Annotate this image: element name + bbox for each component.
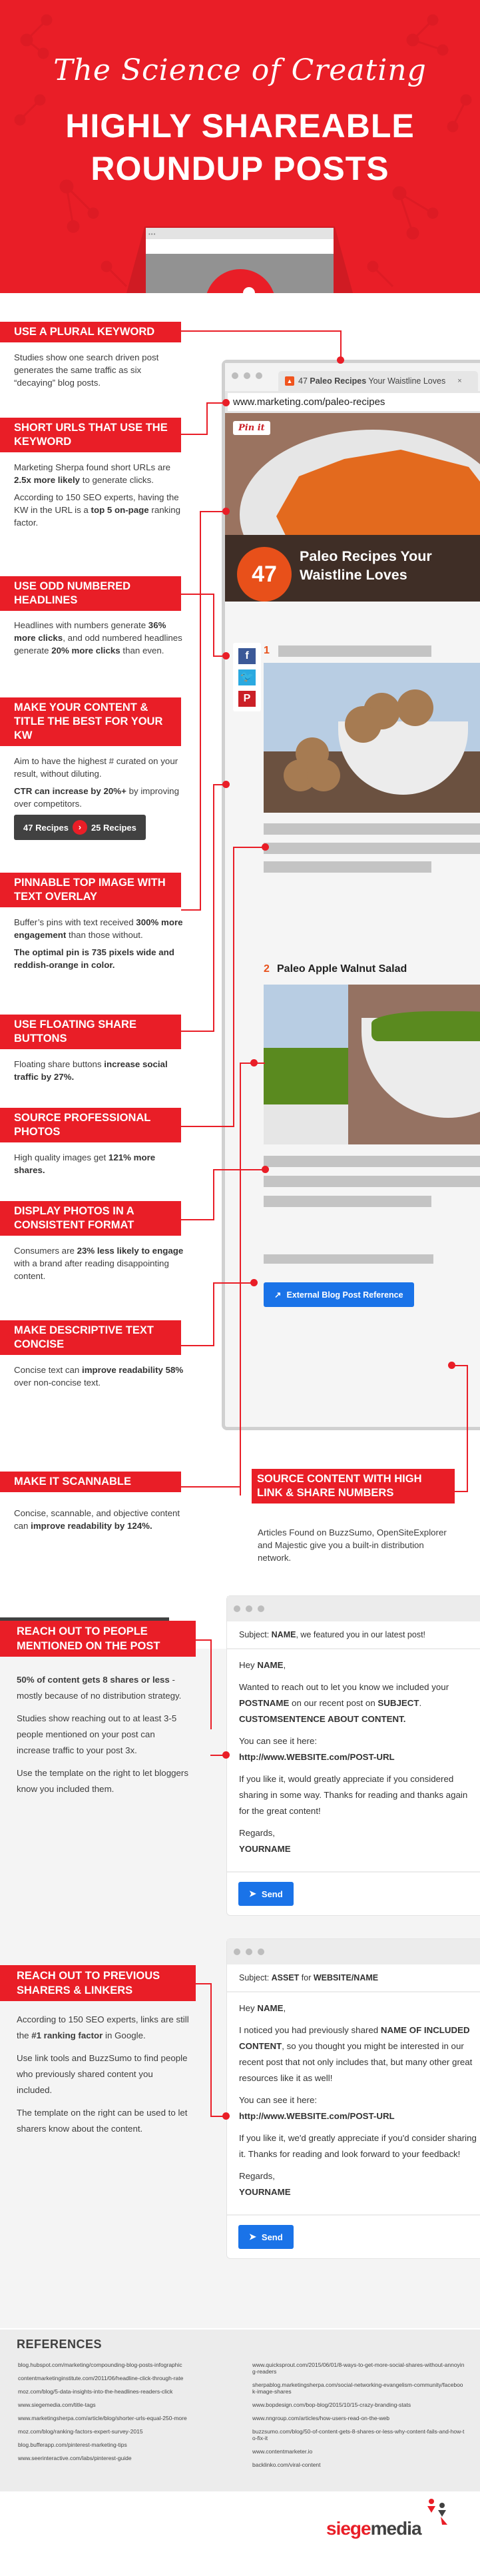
tip-text-floating-share: Floating share buttons increase social t… — [14, 1059, 168, 1082]
window-controls — [232, 372, 262, 379]
tip-text-professional-photos: High quality images get 121% more shares… — [14, 1152, 156, 1175]
reference-link[interactable]: www.bopdesign.com/bop-blog/2015/10/15-cr… — [252, 2401, 465, 2408]
email-body[interactable]: Hey NAME, Wanted to reach out to let you… — [227, 1649, 480, 1871]
tip-text-short-urls: Marketing Sherpa found short URLs are 2.… — [14, 462, 181, 528]
reach-out-mentioned-text: 50% of content gets 8 shares or less - m… — [17, 1675, 188, 1794]
address-bar: www.marketing.com/paleo-recipes — [225, 391, 480, 413]
pinterest-share-icon[interactable]: P — [238, 691, 256, 707]
reference-link[interactable]: www.quicksprout.com/2015/06/01/8-ways-to… — [252, 2361, 465, 2375]
email-template-mentioned: Subject: NAME, we featured you in our la… — [226, 1595, 480, 1916]
reach-out-sharers-text: According to 150 SEO experts, links are … — [17, 2014, 189, 2134]
number-badge: 47 — [237, 547, 292, 602]
floating-share-bar: f 🐦 P — [233, 643, 261, 711]
tip-heading-concise-text: MAKE DESCRIPTIVE TEXT CONCISE — [0, 1320, 181, 1355]
references-left-column: blog.hubspot.com/marketing/compounding-b… — [18, 2361, 244, 2468]
window-dots: ••• — [146, 228, 334, 239]
browser-tab-bar: ▲ 47 Paleo Recipes Your Waistline Loves … — [225, 363, 480, 391]
external-blog-post-button[interactable]: ↗ External Blog Post Reference — [264, 1282, 414, 1307]
browser-mockup: ▲ 47 Paleo Recipes Your Waistline Loves … — [222, 360, 480, 1430]
browser-tab[interactable]: ▲ 47 Paleo Recipes Your Waistline Loves … — [278, 371, 478, 391]
reference-link[interactable]: blog.bufferapp.com/pinterest-marketing-t… — [18, 2441, 244, 2448]
tip-heading-best-content: MAKE YOUR CONTENT & TITLE THE BEST FOR Y… — [0, 697, 181, 746]
hero-banner: The Science of Creating HIGHLY SHAREABLE… — [0, 0, 480, 293]
email-subject[interactable]: Subject: NAME, we featured you in our la… — [227, 1621, 480, 1649]
logo-figures-icon — [427, 2499, 447, 2525]
tip-heading-plural-keyword: USE A PLURAL KEYWORD — [0, 322, 181, 342]
reference-link[interactable]: blog.hubspot.com/marketing/compounding-b… — [18, 2361, 244, 2368]
references-section: REFERENCES blog.hubspot.com/marketing/co… — [0, 2330, 480, 2491]
reference-link[interactable]: www.contentmarketer.io — [252, 2448, 465, 2455]
connector-dot — [337, 356, 344, 364]
email-body[interactable]: Hey NAME, I noticed you had previously s… — [227, 1992, 480, 2214]
reach-out-mentioned-heading: REACH OUT TO PEOPLE MENTIONED ON THE POS… — [0, 1621, 196, 1657]
close-tab-icon[interactable]: × — [457, 377, 461, 385]
siegemedia-logo[interactable]: siegemedia — [326, 2499, 447, 2539]
window-controls — [234, 1948, 264, 1955]
title-overlay: 47 Paleo Recipes Your Waistline Loves — [225, 535, 480, 602]
trending-icon: ↗ — [274, 1290, 282, 1300]
post-number-1: 1 — [264, 645, 270, 656]
post-image-salad — [264, 985, 480, 1144]
recipes-comparison-badge: 47 Recipes › 25 Recipes — [14, 815, 146, 840]
hero-title-line2: HIGHLY SHAREABLE — [65, 107, 415, 145]
post-2-title: Paleo Apple Walnut Salad — [277, 963, 407, 975]
tip-heading-consistent-format: DISPLAY PHOTOS IN A CONSISTENT FORMAT — [0, 1201, 181, 1236]
infographic: The Science of Creating HIGHLY SHAREABLE… — [0, 0, 480, 2576]
email-subject[interactable]: Subject: ASSET for WEBSITE/NAME — [227, 1964, 480, 1992]
featured-image: Pin it 47 Paleo Recipes Your Waistline L… — [225, 413, 480, 602]
send-button[interactable]: ➤ Send — [238, 2225, 294, 2249]
tip-text-scannable: Concise, scannable, and objective conten… — [14, 1508, 180, 1531]
facebook-share-icon[interactable]: f — [238, 648, 256, 664]
tip-text-odd-headlines: Headlines with numbers generate 36% more… — [14, 620, 182, 655]
post-number-2: 2 — [264, 963, 270, 975]
chef-hat-icon: ▲ — [285, 376, 294, 386]
reference-link[interactable]: www.nngroup.com/articles/how-users-read-… — [252, 2415, 465, 2421]
tip-heading-odd-headlines: USE ODD NUMBERED HEADLINES — [0, 576, 181, 611]
email-template-sharers: Subject: ASSET for WEBSITE/NAME Hey NAME… — [226, 1938, 480, 2259]
reference-link[interactable]: www.marketingsherpa.com/article/blog/sho… — [18, 2415, 244, 2421]
chevron-right-icon: › — [72, 820, 87, 835]
twitter-share-icon[interactable]: 🐦 — [238, 669, 256, 685]
references-heading: REFERENCES — [17, 2338, 103, 2351]
window-controls — [234, 1605, 264, 1612]
hero-title-line3: ROUNDUP POSTS — [91, 150, 389, 187]
reference-link[interactable]: moz.com/blog/5-data-insights-into-the-he… — [18, 2388, 244, 2395]
tip-text-concise-text: Concise text can improve readability 58%… — [14, 1365, 184, 1388]
post-image-energy-balls — [264, 663, 480, 813]
reference-link[interactable]: buzzsumo.com/blog/50-of-content-gets-8-s… — [252, 2428, 465, 2441]
tip-text-high-link-content: Articles Found on BuzzSumo, OpenSiteExpl… — [258, 1527, 447, 1563]
references-right-column: www.quicksprout.com/2015/06/01/8-ways-to… — [252, 2361, 465, 2475]
reference-link[interactable]: contentmarketinginstitute.com/2011/06/he… — [18, 2375, 244, 2381]
reference-link[interactable]: backlinko.com/viral-content — [252, 2461, 465, 2468]
tip-text-plural-keyword: Studies show one search driven post gene… — [14, 352, 159, 388]
tip-heading-scannable: MAKE IT SCANNABLE — [0, 1472, 181, 1492]
reference-link[interactable]: www.seerinteractive.com/labs/pinterest-g… — [18, 2455, 244, 2461]
tip-text-consistent-format: Consumers are 23% less likely to engage … — [14, 1246, 184, 1281]
reference-link[interactable]: moz.com/blog/ranking-factors-expert-surv… — [18, 2428, 244, 2435]
tab-title: 47 Paleo Recipes Your Waistline Loves — [298, 376, 446, 386]
pin-it-button[interactable]: Pin it — [233, 421, 270, 435]
tip-heading-floating-share: USE FLOATING SHARE BUTTONS — [0, 1015, 181, 1049]
reference-link[interactable]: www.siegemedia.com/title-tags — [18, 2401, 244, 2408]
reach-out-sharers-heading: REACH OUT TO PREVIOUS SHARERS & LINKERS — [0, 1965, 196, 2001]
hero-title-script: The Science of Creating — [53, 53, 427, 87]
tip-heading-short-urls: SHORT URLS THAT USE THE KEYWORD — [0, 418, 181, 452]
reference-link[interactable]: sherpablog.marketingsherpa.com/social-ne… — [252, 2381, 465, 2395]
tip-text-pinnable-image: Buffer’s pins with text received 300% mo… — [14, 917, 183, 970]
connector-line — [181, 330, 341, 332]
paper-plane-icon: ➤ — [249, 1889, 256, 1899]
url-input[interactable]: www.marketing.com/paleo-recipes — [228, 393, 480, 411]
tip-heading-professional-photos: SOURCE PROFESSIONAL PHOTOS — [0, 1108, 181, 1142]
tip-heading-high-link-content: SOURCE CONTENT WITH HIGH LINK & SHARE NU… — [252, 1469, 455, 1503]
tip-heading-pinnable-image: PINNABLE TOP IMAGE WITH TEXT OVERLAY — [0, 873, 181, 907]
overlay-title: Paleo Recipes Your Waistline Loves — [300, 548, 432, 583]
tip-text-best-content: Aim to have the highest # curated on you… — [14, 755, 184, 840]
placeholder-title-bar — [278, 645, 431, 657]
send-button[interactable]: ➤ Send — [238, 1882, 294, 1906]
paper-plane-icon: ➤ — [249, 2232, 256, 2242]
share-icon — [243, 287, 255, 293]
